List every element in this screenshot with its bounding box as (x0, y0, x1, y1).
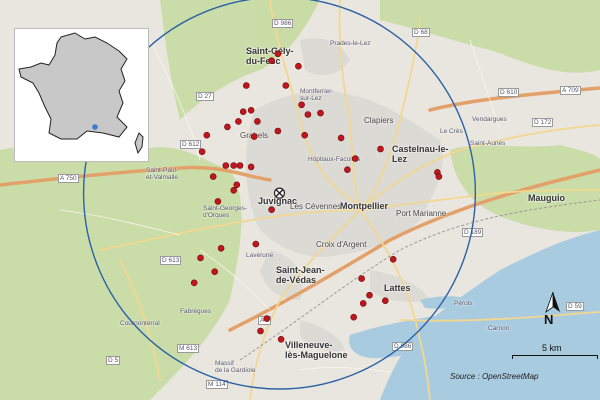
data-point[interactable] (268, 206, 275, 213)
data-point[interactable] (344, 166, 351, 173)
data-point[interactable] (236, 162, 244, 169)
data-point[interactable] (235, 118, 242, 125)
data-point[interactable] (274, 50, 282, 58)
data-point[interactable] (230, 162, 237, 169)
location-marker (92, 124, 98, 130)
data-point[interactable] (198, 148, 206, 155)
data-point[interactable] (359, 300, 367, 307)
data-point[interactable] (243, 82, 250, 89)
data-point[interactable] (254, 118, 261, 125)
north-label: N (544, 312, 554, 327)
data-point[interactable] (350, 313, 358, 321)
data-point[interactable] (304, 111, 312, 118)
scale-line (512, 355, 598, 359)
data-point[interactable] (268, 57, 275, 65)
map-view[interactable]: Saint-Gély- du-Fesc Castelnau-le- Lez Juvi… (0, 0, 600, 400)
data-point[interactable] (233, 181, 241, 189)
data-point[interactable] (257, 327, 264, 335)
data-point[interactable] (389, 255, 397, 263)
data-point[interactable] (295, 62, 302, 70)
corsica-outline (134, 132, 144, 155)
data-point[interactable] (211, 268, 218, 276)
data-point[interactable] (214, 198, 222, 205)
data-point[interactable] (381, 297, 389, 305)
data-point[interactable] (252, 240, 260, 248)
data-point[interactable] (197, 254, 204, 262)
city-center-marker[interactable] (273, 187, 286, 199)
data-point[interactable] (230, 187, 237, 194)
data-point[interactable] (366, 291, 373, 299)
data-point[interactable] (301, 131, 309, 139)
north-arrow: N (540, 290, 566, 330)
scale-label: 5 km (542, 343, 562, 353)
data-point[interactable] (250, 133, 258, 140)
data-point[interactable] (224, 123, 231, 131)
data-point[interactable] (209, 173, 217, 180)
data-point[interactable] (247, 163, 255, 171)
france-outline (18, 32, 128, 140)
data-point[interactable] (317, 109, 324, 117)
data-point[interactable] (351, 155, 359, 162)
data-point[interactable] (282, 82, 290, 89)
data-point[interactable] (239, 108, 247, 115)
source-attribution: Source : OpenStreetMap (450, 372, 539, 381)
data-point[interactable] (337, 134, 345, 142)
points-layer (190, 50, 443, 343)
france-inset-map (14, 28, 149, 162)
data-point[interactable] (217, 245, 225, 252)
data-point[interactable] (435, 173, 443, 180)
data-point[interactable] (263, 315, 271, 322)
data-point[interactable] (358, 275, 365, 282)
data-point[interactable] (247, 107, 255, 114)
data-point[interactable] (190, 279, 198, 287)
scale-bar: 5 km (512, 343, 598, 361)
data-point[interactable] (274, 127, 282, 135)
data-point[interactable] (203, 131, 211, 139)
data-point[interactable] (377, 145, 384, 153)
data-point[interactable] (277, 335, 285, 343)
data-point[interactable] (298, 101, 305, 109)
data-point[interactable] (222, 162, 230, 169)
